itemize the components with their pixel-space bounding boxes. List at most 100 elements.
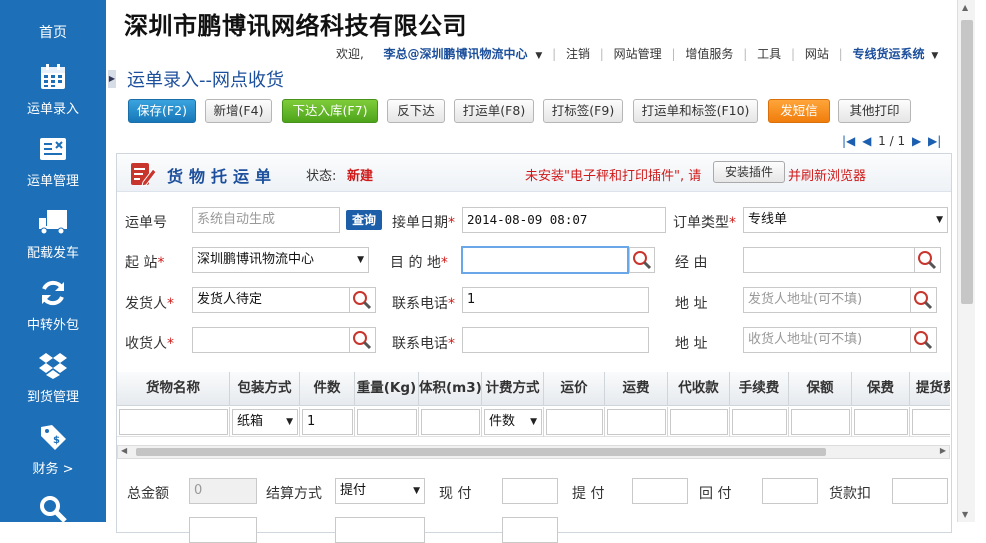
revoke-button[interactable]: 反下达 xyxy=(387,99,445,123)
chevron-down-icon[interactable]: ▼ xyxy=(931,51,938,61)
print-waybill-button[interactable]: 打运单(F8) xyxy=(454,99,534,123)
settle-method-select[interactable]: 提付 ▼ xyxy=(335,478,425,504)
pickup-fee-field[interactable] xyxy=(912,409,950,435)
page-title: 运单录入--网点收货 xyxy=(127,70,284,91)
welcome-text: 欢迎, xyxy=(336,47,364,61)
print-label-button[interactable]: 打标签(F9) xyxy=(543,99,623,123)
date-field[interactable]: 2014-08-09 08:07 xyxy=(462,207,666,233)
insured-amount-field[interactable] xyxy=(791,409,850,435)
grid-header: 运费 xyxy=(605,372,668,406)
destination-search-button[interactable] xyxy=(629,247,655,273)
grid-header: 保费 xyxy=(852,372,910,406)
receiver-phone-field[interactable] xyxy=(462,327,649,353)
grid-header: 代收款 xyxy=(668,372,730,406)
via-search-button[interactable] xyxy=(915,247,941,273)
cod-field[interactable] xyxy=(670,409,728,435)
horizontal-scrollbar-thumb[interactable] xyxy=(136,448,826,456)
dropdown-arrow-icon: ▼ xyxy=(413,486,420,496)
premium-field[interactable] xyxy=(854,409,908,435)
deduct-field[interactable] xyxy=(892,478,948,504)
receiver-field[interactable] xyxy=(192,327,350,353)
next-row-field[interactable] xyxy=(335,517,425,543)
next-row-field[interactable] xyxy=(502,517,558,543)
value-added-link[interactable]: 增值服务 xyxy=(685,45,733,62)
sender-address-search-button[interactable] xyxy=(911,287,937,313)
sidebar-item-finance[interactable]: $ 财务 > xyxy=(0,422,106,477)
sidebar-collapse-arrow-icon[interactable]: ▶ xyxy=(108,70,116,88)
packing-select[interactable]: 纸箱 ▼ xyxy=(232,409,298,435)
return-pay-field[interactable] xyxy=(762,478,818,504)
sidebar-home[interactable]: 首页 xyxy=(0,22,106,42)
volume-field[interactable] xyxy=(421,409,480,435)
tag-icon: $ xyxy=(41,425,66,450)
fee-field[interactable] xyxy=(732,409,787,435)
dropdown-arrow-icon: ▼ xyxy=(286,417,293,427)
sender-field[interactable]: 发货人待定 xyxy=(192,287,350,313)
receiver-address-field[interactable]: 收货人地址(可不填) xyxy=(743,327,911,353)
sidebar-item-loading[interactable]: 配载发车 xyxy=(0,206,106,261)
table-row-cell xyxy=(852,407,910,437)
via-field[interactable] xyxy=(743,247,915,273)
destination-field[interactable] xyxy=(461,246,629,274)
window-edge xyxy=(975,0,986,522)
sender-address-field[interactable]: 发货人地址(可不填) xyxy=(743,287,911,313)
table-row-cell xyxy=(910,407,950,437)
sidebar-item-transfer[interactable]: 中转外包 xyxy=(0,278,106,333)
sender-phone-field[interactable]: 1 xyxy=(462,287,649,313)
chevron-down-icon[interactable]: ▼ xyxy=(535,51,542,61)
vertical-scrollbar[interactable]: ▲ ▼ xyxy=(957,0,975,522)
sidebar-item-label: 中转外包 xyxy=(26,318,79,333)
print-both-button[interactable]: 打运单和标签(F10) xyxy=(633,99,758,123)
horizontal-scrollbar[interactable]: ◀ ▶ xyxy=(117,445,950,459)
receiver-search-button[interactable] xyxy=(350,327,376,353)
scroll-down-icon[interactable]: ▼ xyxy=(962,510,968,519)
status-label: 状态: xyxy=(306,169,337,184)
freight-field[interactable] xyxy=(607,409,666,435)
add-button[interactable]: 新增(F4) xyxy=(205,99,272,123)
website-link[interactable]: 网站 xyxy=(805,45,829,62)
next-page-icon[interactable]: ▶ xyxy=(912,134,921,148)
prev-page-icon[interactable]: ◀ xyxy=(862,134,871,148)
save-button[interactable]: 保存(F2) xyxy=(128,99,196,123)
sidebar-item-waybill-manage[interactable]: 运单管理 xyxy=(0,134,106,189)
table-row-cell xyxy=(117,407,230,437)
receiver-address-search-button[interactable] xyxy=(911,327,937,353)
weight-field[interactable] xyxy=(357,409,417,435)
edit-form-icon xyxy=(131,163,157,187)
install-plugin-button[interactable]: 安装插件 xyxy=(713,161,785,183)
order-type-select[interactable]: 专线单 ▼ xyxy=(743,207,948,233)
goods-name-field[interactable] xyxy=(119,409,228,435)
scroll-right-icon[interactable]: ▶ xyxy=(940,446,946,455)
origin-select[interactable]: 深圳鹏博讯物流中心 ▼ xyxy=(192,247,369,273)
logout-link[interactable]: 注销 xyxy=(566,45,590,62)
sender-search-button[interactable] xyxy=(350,287,376,313)
sms-button[interactable]: 发短信 xyxy=(768,99,830,123)
next-row-field[interactable] xyxy=(189,517,257,543)
tools-link[interactable]: 工具 xyxy=(757,45,781,62)
system-menu[interactable]: 专线货运系统 xyxy=(853,45,925,62)
billing-select[interactable]: 件数 ▼ xyxy=(484,409,542,435)
waybill-no-field[interactable]: 系统自动生成 xyxy=(192,207,340,233)
cash-pay-field[interactable] xyxy=(502,478,558,504)
scroll-up-icon[interactable]: ▲ xyxy=(962,3,968,12)
other-print-button[interactable]: 其他打印 xyxy=(838,99,911,123)
sidebar-item-waybill-entry[interactable]: 运单录入 xyxy=(0,62,106,117)
scroll-left-icon[interactable]: ◀ xyxy=(121,446,127,455)
query-button[interactable]: 查询 xyxy=(346,210,382,230)
stock-in-button[interactable]: 下达入库(F7) xyxy=(282,99,378,123)
table-row-cell xyxy=(730,407,789,437)
vertical-scrollbar-thumb[interactable] xyxy=(961,20,973,304)
last-page-icon[interactable]: ▶| xyxy=(928,134,941,148)
grid-header: 手续费 xyxy=(730,372,789,406)
settle-method-label: 结算方式 xyxy=(266,486,322,502)
sidebar-item-arrival[interactable]: 到货管理 xyxy=(0,350,106,405)
count-field[interactable]: 1 xyxy=(302,409,353,435)
rate-field[interactable] xyxy=(546,409,603,435)
table-row-cell xyxy=(789,407,852,437)
first-page-icon[interactable]: |◀ xyxy=(842,134,855,148)
pickup-pay-field[interactable] xyxy=(632,478,688,504)
user-menu[interactable]: 李总@深圳鹏博讯物流中心 xyxy=(383,45,527,62)
sidebar-item-search[interactable] xyxy=(0,494,106,530)
site-admin-link[interactable]: 网站管理 xyxy=(614,45,662,62)
sender-address-label: 地 址 xyxy=(675,296,708,312)
